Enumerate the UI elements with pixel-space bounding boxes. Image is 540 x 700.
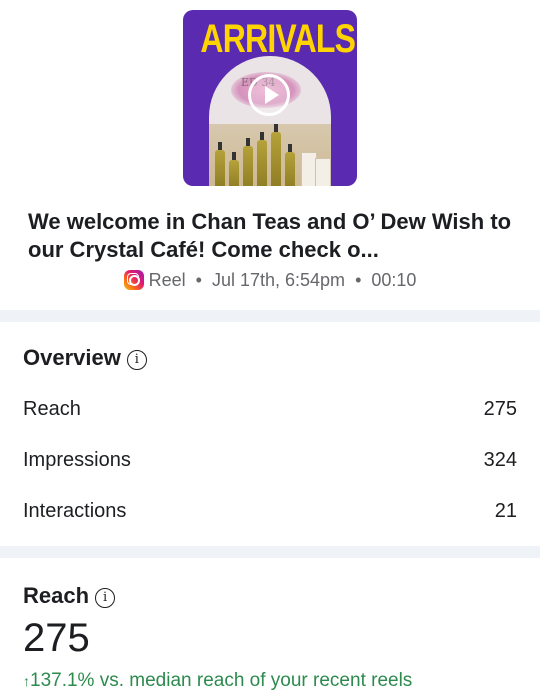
row-label: Interactions xyxy=(23,500,127,522)
overview-row-interactions: Interactions 21 xyxy=(23,500,517,523)
row-label: Reach xyxy=(23,398,81,420)
row-value: 275 xyxy=(483,398,517,420)
reach-delta: ↑137.1% vs. median reach of your recent … xyxy=(23,670,412,692)
post-meta: Reel • Jul 17th, 6:54pm • 00:10 xyxy=(0,268,540,292)
reach-value: 275 xyxy=(23,616,90,660)
overview-title: Overview xyxy=(23,345,121,370)
bottle xyxy=(285,144,295,186)
reach-title: Reach xyxy=(23,583,90,608)
info-icon[interactable]: i xyxy=(95,588,116,608)
product-box xyxy=(315,158,331,186)
bottle xyxy=(257,132,267,186)
bottle xyxy=(229,152,239,186)
play-icon[interactable] xyxy=(248,74,290,116)
overview-row-impressions: Impressions 324 xyxy=(23,449,517,472)
bottle xyxy=(215,142,225,186)
section-divider xyxy=(0,546,540,558)
post-type: Reel xyxy=(148,270,186,290)
reach-delta-text: 137.1% vs. median reach of your recent r… xyxy=(30,670,413,691)
bottle xyxy=(271,124,281,186)
instagram-icon xyxy=(123,270,144,290)
row-label: Impressions xyxy=(23,449,131,471)
info-icon[interactable]: i xyxy=(126,350,147,370)
reach-heading: Reach i xyxy=(23,583,116,609)
section-divider xyxy=(0,310,540,322)
post-title: We welcome in Chan Teas and O’ Dew Wish … xyxy=(28,209,512,262)
overview-heading: Overview i xyxy=(23,345,147,371)
post-date: Jul 17th, 6:54pm xyxy=(211,270,346,290)
post-duration: 00:10 xyxy=(371,270,417,290)
up-arrow-icon: ↑ xyxy=(23,673,30,689)
row-value: 324 xyxy=(483,449,517,471)
meta-separator: • xyxy=(195,270,202,290)
bottle xyxy=(243,138,253,186)
row-value: 21 xyxy=(494,500,517,522)
meta-separator: • xyxy=(355,270,362,290)
overview-row-reach: Reach 275 xyxy=(23,398,517,421)
product-shelf xyxy=(209,124,331,186)
